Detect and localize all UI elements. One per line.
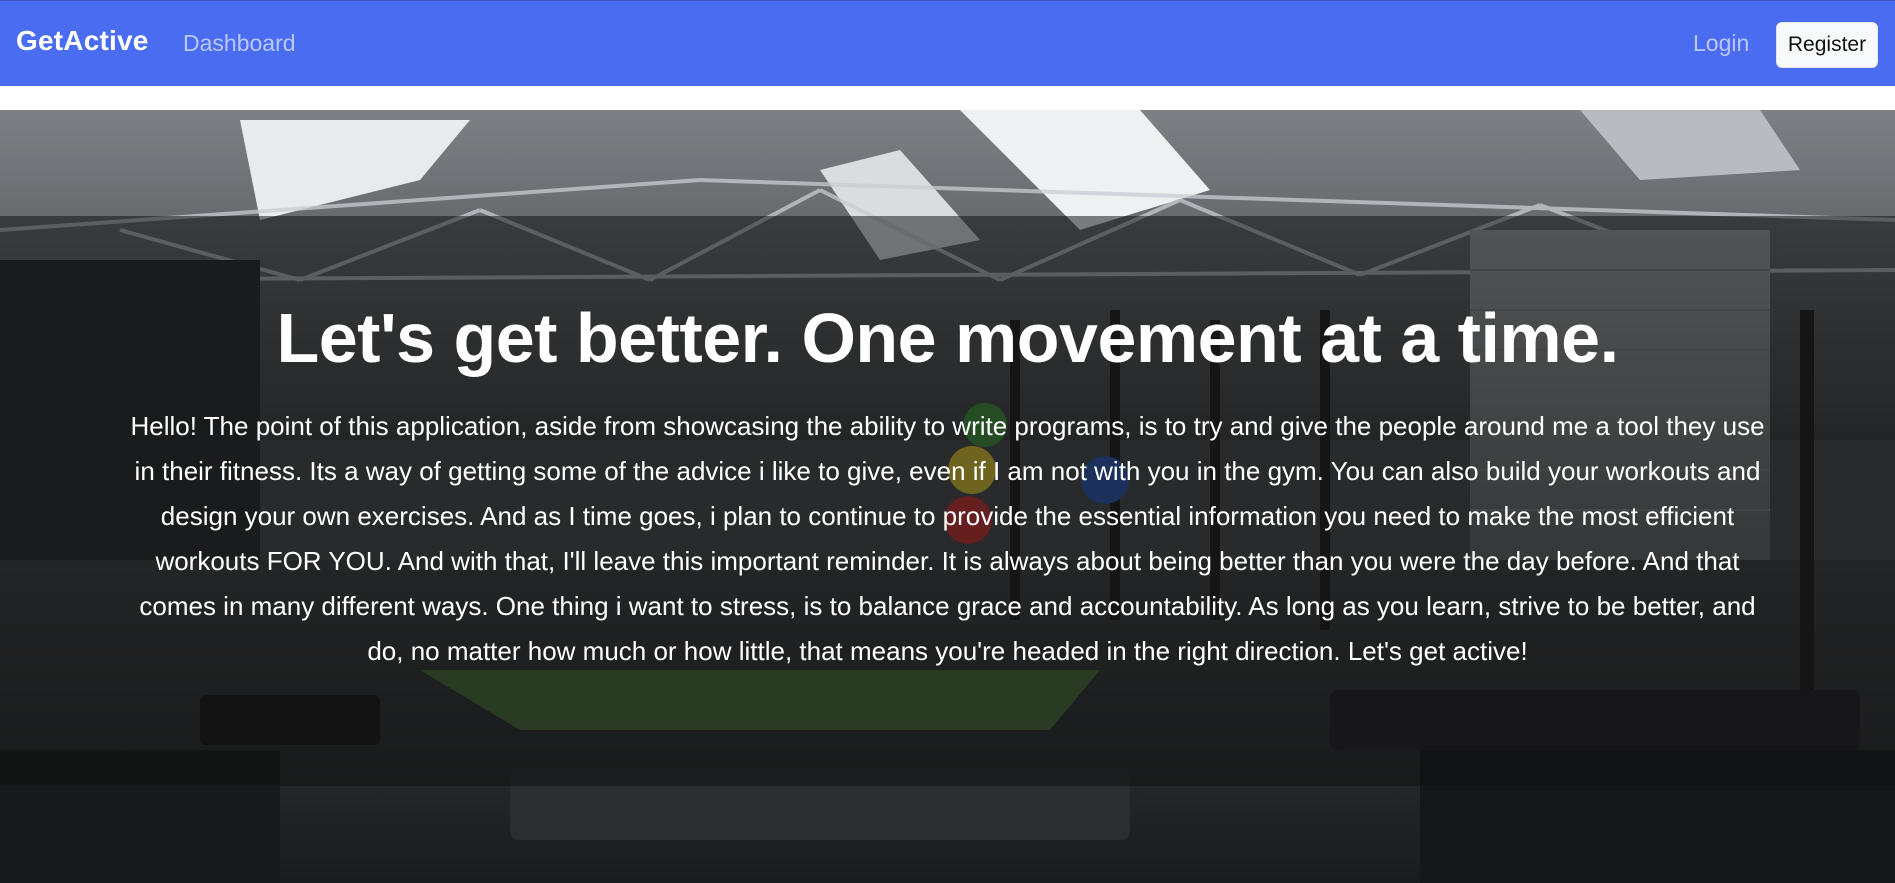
register-button[interactable]: Register [1776, 22, 1878, 68]
nav-link-dashboard[interactable]: Dashboard [183, 30, 296, 57]
nav-link-login[interactable]: Login [1693, 30, 1749, 57]
hero-description: Hello! The point of this application, as… [130, 411, 1765, 666]
navbar: GetActive Dashboard Login Register [0, 0, 1895, 86]
hero-title: Let's get better. One movement at a time… [276, 299, 1619, 377]
brand-logo[interactable]: GetActive [16, 25, 149, 57]
hero-section: Let's get better. One movement at a time… [0, 110, 1895, 883]
